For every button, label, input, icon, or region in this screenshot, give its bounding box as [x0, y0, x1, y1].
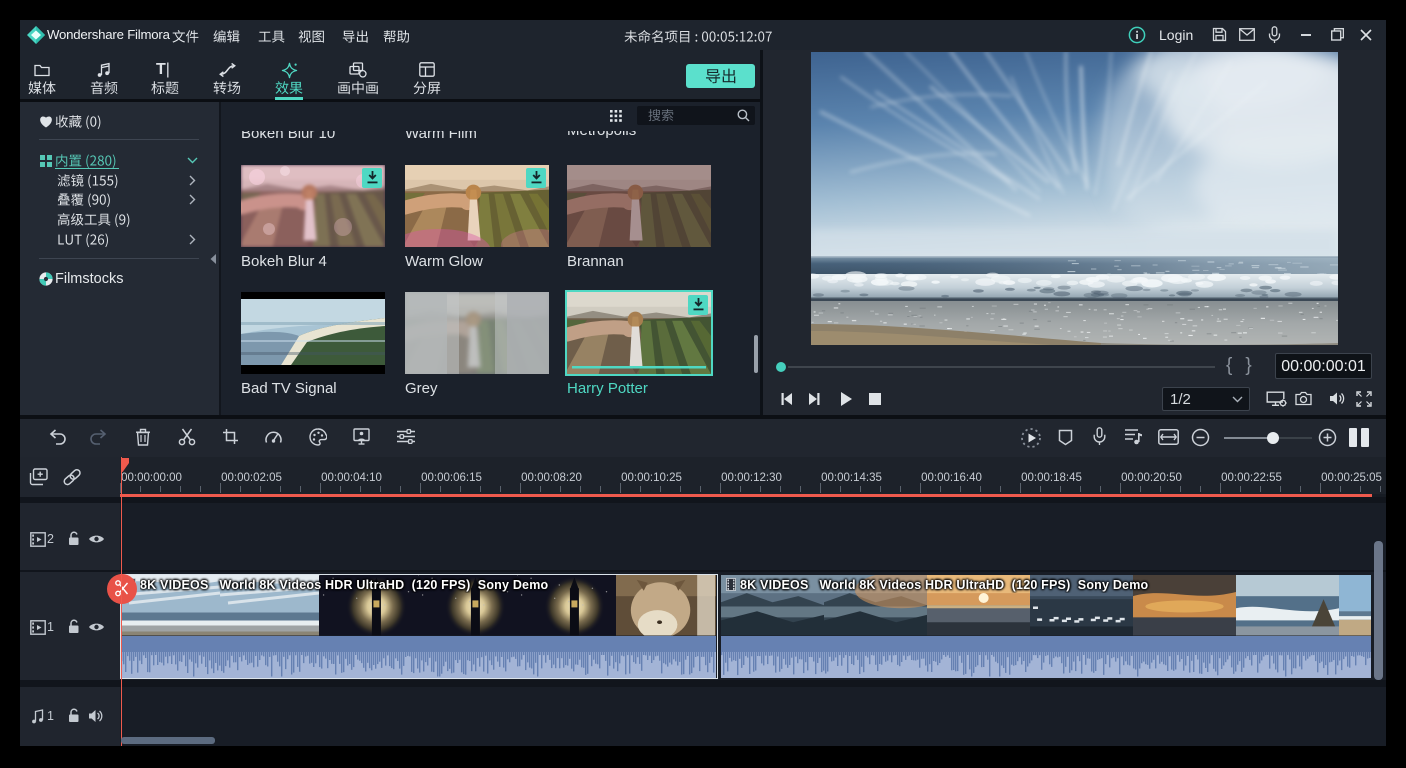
svg-text:00:00:20:50: 00:00:20:50 — [1121, 472, 1182, 484]
svg-text:00:00:22:55: 00:00:22:55 — [1221, 472, 1282, 484]
svg-text:00:00:12:30: 00:00:12:30 — [721, 472, 782, 484]
svg-text:00:00:06:15: 00:00:06:15 — [421, 472, 482, 484]
svg-text:00:00:18:45: 00:00:18:45 — [1021, 472, 1082, 484]
svg-text:00:00:04:10: 00:00:04:10 — [321, 472, 382, 484]
svg-text:00:00:16:40: 00:00:16:40 — [921, 472, 982, 484]
svg-text:00:00:00:00: 00:00:00:00 — [121, 472, 182, 484]
svg-text:00:00:14:35: 00:00:14:35 — [821, 472, 882, 484]
svg-text:00:00:02:05: 00:00:02:05 — [221, 472, 282, 484]
svg-text:00:00:10:25: 00:00:10:25 — [621, 472, 682, 484]
svg-text:00:00:25:05: 00:00:25:05 — [1321, 472, 1382, 484]
svg-text:00:00:08:20: 00:00:08:20 — [521, 472, 582, 484]
